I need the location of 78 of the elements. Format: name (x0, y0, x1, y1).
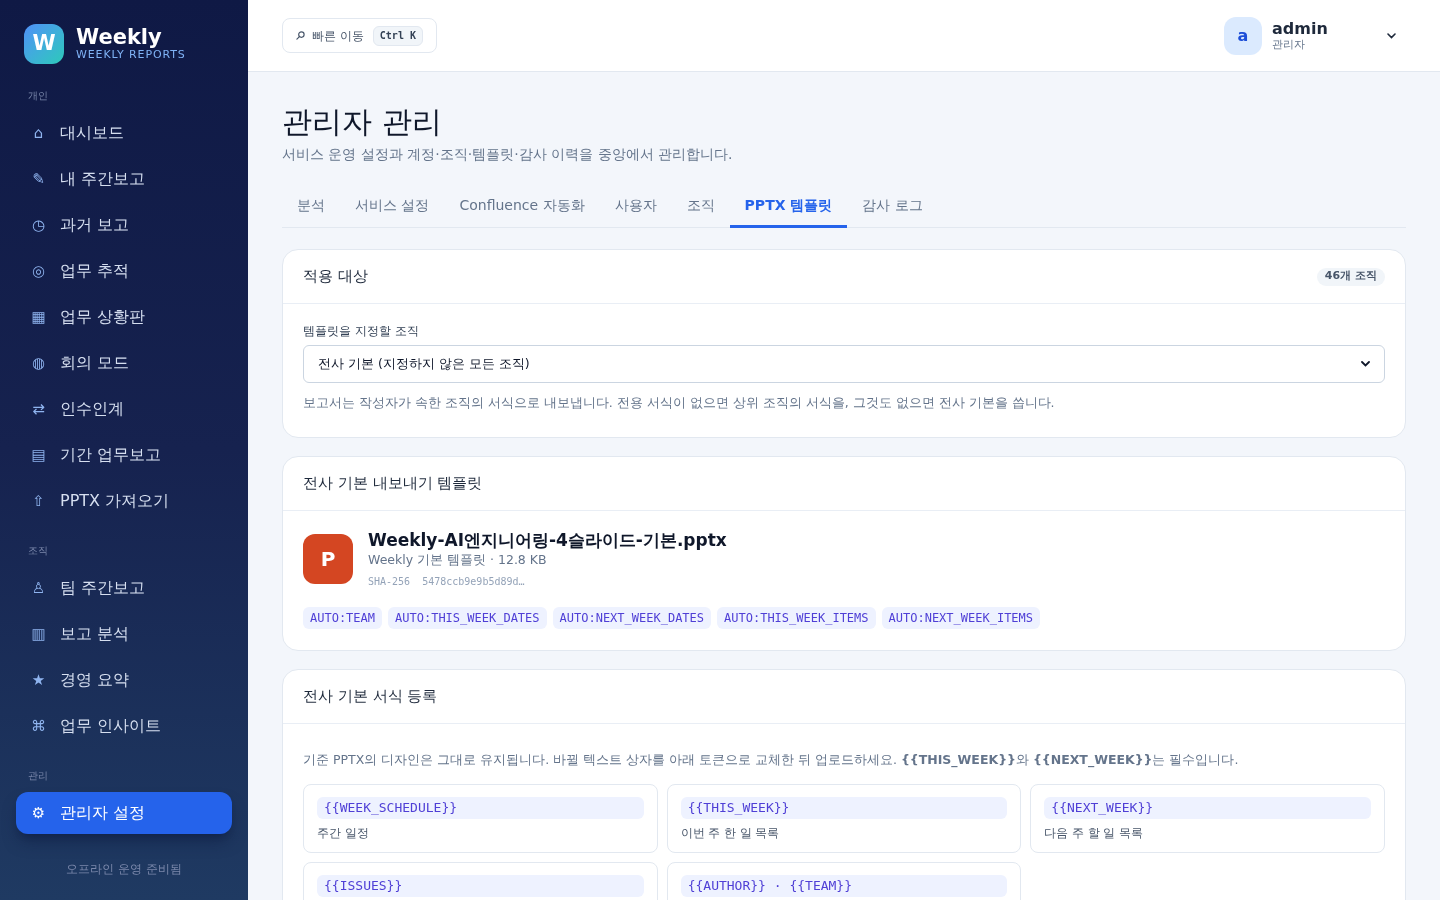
sidebar-item[interactable]: ▦ 업무 상황판 (16, 296, 232, 338)
user-role: 관리자 (1272, 37, 1306, 52)
page-title: 관리자 관리 (282, 104, 443, 140)
tab[interactable]: Confluence 자동화 (444, 186, 600, 228)
token-tag: AUTO:TEAM (303, 607, 383, 629)
logo-mark: W (24, 24, 64, 64)
sidebar-item[interactable]: ⌘ 업무 인사이트 (16, 705, 232, 747)
card-title: 전사 기본 내보내기 템플릿 (303, 473, 483, 495)
house-icon: ⌂ (31, 125, 46, 141)
card-title: 전사 기본 서식 등록 (303, 686, 438, 708)
columns-icon: ▥ (31, 626, 46, 642)
tab[interactable]: 감사 로그 (847, 186, 938, 228)
sidebar-item[interactable]: ⚙ 관리자 설정 (16, 792, 232, 834)
file-type-icon: P (303, 534, 353, 584)
file-name: Weekly-AI엔지니어링-4슬라이드-기본.pptx (368, 529, 727, 551)
globe-icon: ◍ (31, 355, 46, 371)
grid-icon: ▦ (31, 309, 46, 325)
shortcut-key: Ctrl K (372, 25, 423, 46)
tab[interactable]: 사용자 (599, 186, 672, 228)
section-label: 조직 (27, 545, 49, 557)
tab[interactable]: 서비스 설정 (340, 186, 445, 228)
help-text: 보고서는 작성자가 속한 조직의 서식으로 내보냅니다. 전용 서식이 없으면 상위 조직의 서식을, 그것도 없으면 전사 기본을 씁니다. (303, 394, 1056, 412)
card-title: 적용 대상 (303, 266, 368, 288)
sidebar-item[interactable]: ◎ 업무 추적 (16, 250, 232, 292)
app-title: Weekly (76, 26, 163, 48)
person-icon: ♙ (31, 580, 46, 596)
sidebar-item[interactable]: ◍ 회의 모드 (16, 342, 232, 384)
count-badge: 46개 조직 (1316, 267, 1385, 286)
command-icon: ⌘ (31, 718, 46, 734)
sidebar-item[interactable]: ⇄ 인수인계 (16, 388, 232, 430)
list-icon: ▤ (31, 447, 46, 463)
app-subtitle: WEEKLY REPORTS (76, 48, 186, 62)
sidebar-item[interactable]: ▤ 기간 업무보고 (16, 434, 232, 476)
sidebar-item[interactable]: ★ 경영 요약 (16, 659, 232, 701)
chevron-down-icon (1387, 32, 1396, 39)
target-icon: ◎ (31, 263, 46, 279)
user-menu-button[interactable]: a admin 관리자 (1224, 16, 1396, 55)
tab[interactable]: 조직 (671, 186, 730, 228)
page-subtitle: 서비스 운영 설정과 계정·조직·템플릿·감사 이력을 중앙에서 관리합니다. (282, 145, 734, 164)
section-label: 개인 (27, 90, 49, 102)
token-tag: AUTO:THIS_WEEK_ITEMS (717, 607, 876, 629)
tab[interactable]: 분석 (282, 186, 340, 228)
sidebar-item[interactable]: ◷ 과거 보고 (16, 204, 232, 246)
token-tag: AUTO:NEXT_WEEK_DATES (552, 607, 712, 629)
field-label: 템플릿을 지정할 조직 (303, 323, 420, 339)
up-arrow-icon: ⇧ (31, 493, 46, 509)
section-label: 관리 (27, 770, 49, 782)
token-code: {{NEXT_WEEK}} (1044, 797, 1371, 819)
token-description: 이번 주 한 일 목록 (680, 825, 781, 841)
token-description: 주간 일정 (317, 825, 370, 841)
swap-arrows-icon: ⇄ (31, 401, 46, 417)
file-hash: SHA-256 5478ccb9e9b5d89d… (368, 575, 526, 589)
user-name: admin (1272, 19, 1329, 38)
clock-icon: ◷ (31, 217, 46, 233)
token-code: {{THIS_WEEK}} (680, 797, 1008, 819)
user-avatar: a (1224, 16, 1262, 55)
token-code: {{ISSUES}} (317, 875, 644, 897)
token-code: {{WEEK_SCHEDULE}} (317, 797, 644, 819)
tab[interactable]: PPTX 템플릿 (729, 186, 848, 228)
star-icon: ★ (31, 672, 46, 688)
sidebar-item[interactable]: ⇧ PPTX 가져오기 (16, 480, 232, 522)
quick-jump-button[interactable]: 빠른 이동 Ctrl K (282, 18, 437, 53)
settings-icon: ⚙ (31, 805, 46, 821)
instructions-text: 기준 PPTX의 디자인은 그대로 유지됩니다. 바뀔 텍스트 상자를 아래 토큰으로 교체한 뒤 업로드하세요. {{THIS_WEEK}}와 {{NEXT_WEEK}}는 필수입니다. (303, 751, 1240, 770)
chevron-down-icon (1361, 361, 1370, 367)
token-tag: AUTO:NEXT_WEEK_ITEMS (881, 607, 1041, 629)
sidebar-item[interactable]: ♙ 팀 주간보고 (16, 567, 232, 609)
file-meta: Weekly 기본 템플릿 · 12.8 KB (368, 551, 548, 569)
token-description: 다음 주 할 일 목록 (1044, 825, 1144, 841)
sidebar-item[interactable]: ▥ 보고 분석 (16, 613, 232, 655)
organization-select[interactable]: 전사 기본 (지정하지 않은 모든 조직) (303, 345, 1385, 383)
pencil-icon: ✎ (31, 171, 46, 187)
sidebar-item[interactable]: ✎ 내 주간보고 (16, 158, 232, 200)
token-tag: AUTO:THIS_WEEK_DATES (388, 607, 547, 629)
search-icon (296, 31, 305, 40)
status-text: 오프라인 운영 준비됨 (66, 861, 182, 877)
sidebar-item[interactable]: ⌂ 대시보드 (16, 112, 232, 154)
token-code: {{AUTHOR}} · {{TEAM}} (680, 875, 1008, 897)
